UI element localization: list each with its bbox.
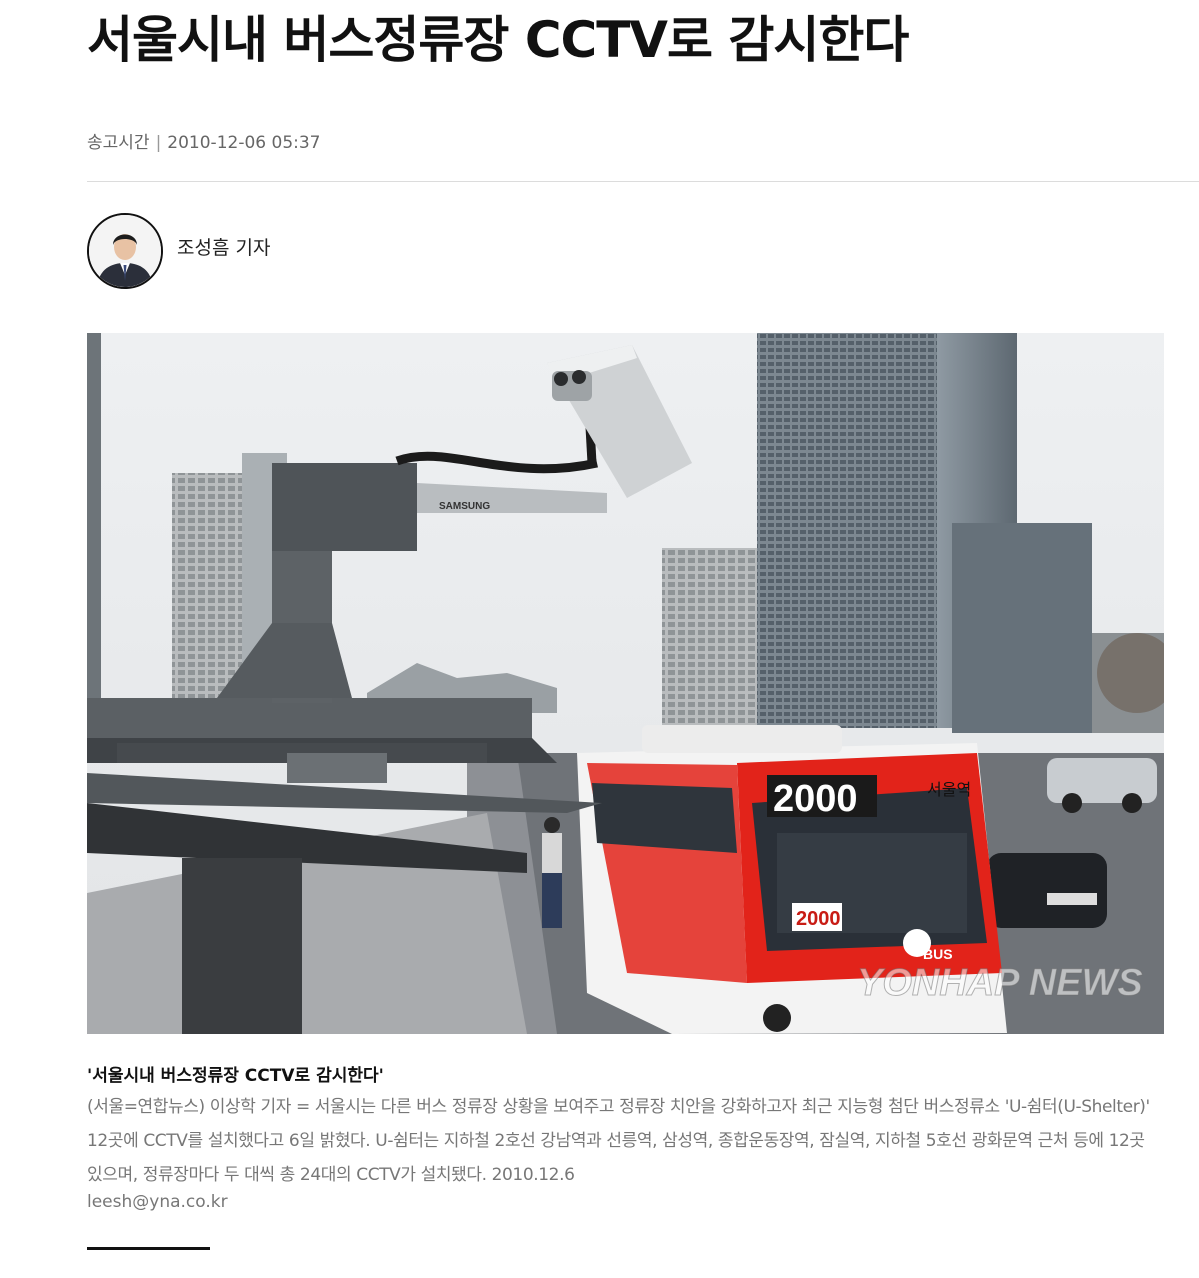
article-meta: 송고시간 | 2010-12-06 05:37 — [87, 128, 321, 153]
bus-brand: BUS — [923, 946, 953, 962]
reporter-email[interactable]: leesh@yna.co.kr — [87, 1192, 228, 1212]
article-title: 서울시내 버스정류장 CCTV로 감시한다 — [87, 11, 909, 69]
bus-route-number: 2000 — [773, 778, 858, 820]
reporter-portrait-icon — [89, 215, 161, 287]
photo-watermark: YONHAP NEWS — [857, 962, 1143, 1004]
article-end-bar — [87, 1247, 210, 1250]
meta-separator: | — [155, 133, 162, 153]
reporter-name[interactable]: 조성흠 기자 — [177, 233, 270, 260]
header-divider — [87, 181, 1199, 182]
article-photo: 2000 서울역 2000 BUS SAMSUNG YONHAP NEWS — [87, 333, 1164, 1034]
caption-body: (서울=연합뉴스) 이상학 기자 = 서울시는 다른 버스 정류장 상황을 보여… — [87, 1097, 1150, 1185]
bus-front-number: 2000 — [796, 908, 841, 930]
meta-label: 송고시간 — [87, 133, 150, 153]
camera-brand: SAMSUNG — [439, 501, 490, 512]
caption-title: '서울시내 버스정류장 CCTV로 감시한다' — [87, 1066, 384, 1086]
bus-stop-cctv-photo: 2000 서울역 2000 BUS SAMSUNG YONHAP NEWS — [87, 333, 1164, 1034]
reporter-avatar[interactable] — [87, 213, 163, 289]
publish-time: 2010-12-06 05:37 — [167, 133, 321, 153]
bus-destination: 서울역 — [927, 780, 971, 799]
